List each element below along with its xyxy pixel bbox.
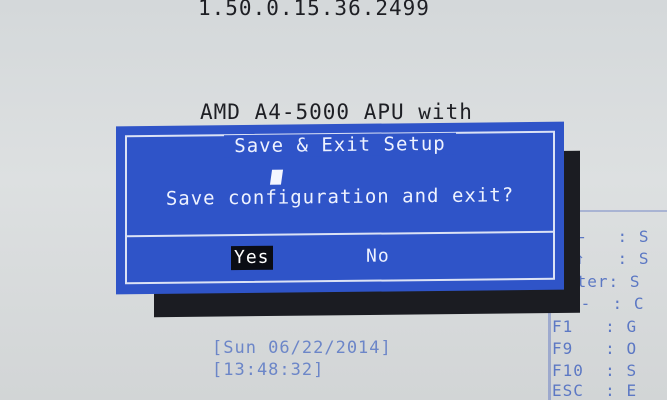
help-row: ← : S <box>575 227 650 246</box>
cpu-info: AMD A4-5000 APU with <box>200 100 473 124</box>
help-row: ↑ : S <box>575 249 650 268</box>
dialog-title: Save & Exit Setup <box>224 132 456 158</box>
yes-button[interactable]: Yes <box>231 245 273 271</box>
help-row: F9 : O <box>552 339 638 358</box>
help-row: F1 : G <box>552 317 638 336</box>
system-time: [13:48:32] <box>212 360 325 380</box>
firmware-version: 1.50.0.15.36.2499 <box>198 0 430 20</box>
text-cursor <box>269 169 284 185</box>
help-panel-rule <box>580 210 667 212</box>
help-row: F10 : S <box>552 361 638 380</box>
dialog-frame: Save & Exit Setup Save configuration and… <box>125 130 555 285</box>
dialog-message: Save configuration and exit? <box>165 184 515 210</box>
system-date: [Sun 06/22/2014] <box>212 338 392 358</box>
save-exit-dialog: Save & Exit Setup Save configuration and… <box>116 121 564 295</box>
help-row: ESC : E <box>552 381 638 400</box>
help-row: /- : C <box>570 294 645 313</box>
no-button[interactable]: No <box>363 244 393 268</box>
